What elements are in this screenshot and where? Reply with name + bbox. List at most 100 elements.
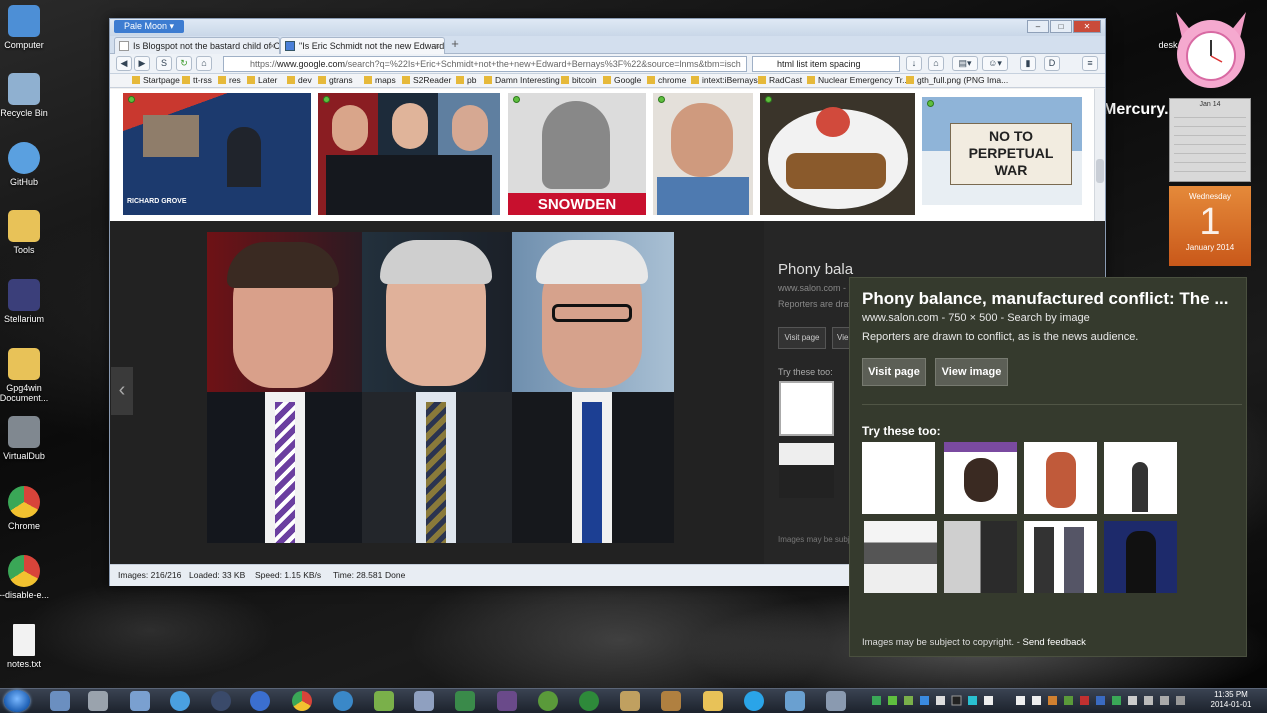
related-thumbnail[interactable] [1024, 442, 1097, 514]
close-window-button[interactable]: ✕ [1073, 20, 1101, 33]
image-result-thumbnail[interactable]: RICHARD GROVE [123, 93, 311, 215]
related-thumbnail[interactable] [862, 442, 935, 514]
scrollbar-thumb[interactable] [1096, 159, 1104, 183]
desktop-icon-computer[interactable]: Computer [0, 5, 52, 50]
tool-icon[interactable]: D [1044, 56, 1060, 71]
bag-icon[interactable]: ▮ [1020, 56, 1036, 71]
visit-page-button[interactable]: Visit page [862, 358, 926, 386]
start-button[interactable] [4, 690, 30, 712]
taskbar-app-icon[interactable] [785, 691, 805, 711]
image-result-thumbnail[interactable] [760, 93, 915, 215]
taskbar-app-icon[interactable] [414, 691, 434, 711]
menu-icon[interactable]: ≡ [1082, 56, 1098, 71]
home-icon[interactable]: ⌂ [928, 56, 944, 71]
taskbar-app-icon[interactable] [130, 691, 150, 711]
image-result-thumbnail-selected[interactable] [318, 93, 500, 215]
tab-blogspot[interactable]: Is Blogspot not the bastard child of C..… [114, 37, 280, 54]
bookmark-item[interactable]: bitcoin [561, 74, 597, 87]
related-thumbnail[interactable] [779, 381, 834, 436]
image-result-thumbnail[interactable]: NO TO PERPETUAL WAR [922, 97, 1082, 205]
maximize-button[interactable]: □ [1050, 20, 1072, 33]
taskbar-thunderbird-icon[interactable] [333, 691, 353, 711]
image-source[interactable]: www.salon.com - 750 × 500 - Search by im… [862, 312, 1090, 324]
bookmark-item[interactable]: maps [364, 74, 396, 87]
reload-icon[interactable]: ↻ [176, 56, 192, 71]
back-button[interactable]: ◀ [116, 56, 132, 71]
taskbar-app-icon[interactable] [88, 691, 108, 711]
taskbar-ie-icon[interactable] [170, 691, 190, 711]
desktop-icon-chrome-disable[interactable]: --disable-e... [0, 555, 52, 600]
preview-image[interactable] [207, 232, 674, 543]
search-box[interactable]: html list item spacing [752, 56, 900, 72]
minimize-button[interactable]: – [1027, 20, 1049, 33]
bookmark-item[interactable]: RadCast [758, 74, 802, 87]
taskbar-lock-icon[interactable] [211, 691, 231, 711]
forward-button[interactable]: ▶ [134, 56, 150, 71]
s-icon[interactable]: S [156, 56, 172, 71]
bookmarks-menu-icon[interactable]: ▤▾ [952, 56, 978, 71]
related-thumbnail[interactable] [944, 442, 1017, 514]
taskbar-utorrent-icon[interactable] [579, 691, 599, 711]
taskbar-notepad-icon[interactable] [374, 691, 394, 711]
url-bar[interactable]: https://www.google.com/search?q=%22Is+Er… [223, 56, 747, 72]
desktop-icon-desk[interactable]: desk [1148, 40, 1188, 50]
bookmark-item[interactable]: Later [247, 74, 277, 87]
image-result-thumbnail[interactable]: SNOWDEN [508, 93, 646, 215]
related-thumbnail[interactable] [944, 521, 1017, 593]
taskbar-chrome-icon[interactable] [292, 691, 312, 711]
bookmark-item[interactable]: Startpage [132, 74, 180, 87]
taskbar-search-icon[interactable] [620, 691, 640, 711]
bookmark-item[interactable]: tt-rss [182, 74, 212, 87]
previous-image-button[interactable]: ‹ [111, 367, 133, 415]
bookmark-item[interactable]: Google [603, 74, 641, 87]
taskbar-app-icon[interactable] [497, 691, 517, 711]
close-tab-icon[interactable]: × [435, 38, 440, 54]
send-feedback-link[interactable]: Send feedback [1023, 637, 1086, 648]
tab-google-images[interactable]: "Is Eric Schmidt not the new Edward ... × [280, 37, 445, 54]
view-image-button[interactable]: View image [935, 358, 1008, 386]
taskbar-python-icon[interactable] [538, 691, 558, 711]
taskbar-clock[interactable]: 11:35 PM 2014-01-01 [1203, 690, 1259, 710]
app-menu-button[interactable]: Pale Moon ▾ [114, 20, 185, 33]
visit-page-button[interactable]: Visit page [778, 327, 826, 349]
taskbar-explorer-icon[interactable] [703, 691, 723, 711]
new-tab-button[interactable]: + [447, 37, 463, 53]
desktop-icon-gpg4win[interactable]: Gpg4win Document... [0, 348, 52, 403]
stop-icon[interactable]: ⌂ [196, 56, 212, 71]
bookmark-item[interactable]: pb [456, 74, 476, 87]
taskbar-app-icon[interactable] [455, 691, 475, 711]
image-result-thumbnail[interactable] [653, 93, 753, 215]
image-title[interactable]: Phony balance, manufactured conflict: Th… [862, 289, 1242, 309]
related-thumbnail[interactable] [1024, 521, 1097, 593]
desktop-icon-tools[interactable]: Tools [0, 210, 52, 255]
desktop-icon-notes[interactable]: notes.txt [0, 624, 52, 669]
bookmark-item[interactable]: gtrans [318, 74, 353, 87]
desktop-icon-recycle-bin[interactable]: Recycle Bin [0, 73, 52, 118]
taskbar-app-icon[interactable] [661, 691, 681, 711]
related-thumbnail[interactable] [864, 521, 937, 593]
desktop-icon-chrome[interactable]: Chrome [0, 486, 52, 531]
desktop-icon-virtualdub[interactable]: VirtualDub [0, 416, 52, 461]
bookmark-item[interactable]: S2Reader [402, 74, 451, 87]
desktop-icon-github[interactable]: GitHub [0, 142, 52, 187]
bookmark-item[interactable]: dev [287, 74, 312, 87]
bookmark-item[interactable]: Nuclear Emergency Tr... [807, 74, 909, 87]
preview-title[interactable]: Phony bala [778, 261, 853, 278]
taskbar-skype-icon[interactable] [744, 691, 764, 711]
bookmark-item[interactable]: res [218, 74, 241, 87]
desktop-icon-stellarium[interactable]: Stellarium [0, 279, 52, 324]
download-icon[interactable]: ↓ [906, 56, 922, 71]
taskbar-app-icon[interactable] [826, 691, 846, 711]
extension-icon[interactable]: ☺▾ [982, 56, 1008, 71]
bookmark-item[interactable]: Damn Interesting [484, 74, 560, 87]
close-tab-icon[interactable]: × [270, 38, 275, 54]
related-thumbnail[interactable] [779, 443, 834, 498]
taskbar-palemoon-icon[interactable] [250, 691, 270, 711]
related-thumbnail[interactable] [1104, 442, 1177, 514]
bookmark-item[interactable]: intext:iBernays [691, 74, 758, 87]
results-scrollbar[interactable] [1094, 89, 1105, 221]
bookmark-item[interactable]: gth_full.png (PNG Ima... [906, 74, 1008, 87]
taskbar-app-icon[interactable] [50, 691, 70, 711]
bookmark-item[interactable]: chrome [647, 74, 686, 87]
related-thumbnail[interactable] [1104, 521, 1177, 593]
